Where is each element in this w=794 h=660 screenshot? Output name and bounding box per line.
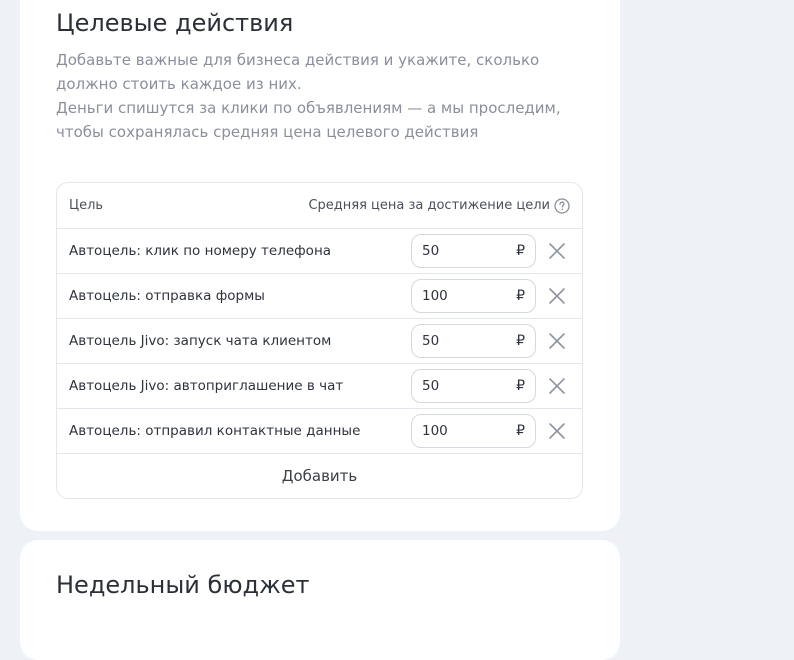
price-field: ₽ <box>411 234 536 268</box>
price-field: ₽ <box>411 324 536 358</box>
goal-row: Автоцель: отправка формы ₽ <box>57 274 582 319</box>
goal-name: Автоцель: отправка формы <box>69 288 265 304</box>
goal-name: Автоцель Jivo: запуск чата клиентом <box>69 333 332 349</box>
currency-symbol: ₽ <box>516 243 525 259</box>
goals-table-header: Цель Средняя цена за достижение цели <box>57 183 582 229</box>
goals-card: Целевые действия Добавьте важные для биз… <box>20 0 620 531</box>
currency-symbol: ₽ <box>516 333 525 349</box>
price-field: ₽ <box>411 369 536 403</box>
price-input[interactable] <box>422 423 517 439</box>
close-icon <box>549 243 565 259</box>
column-header-price-wrap: Средняя цена за достижение цели <box>308 197 570 214</box>
remove-goal-button[interactable] <box>544 238 570 264</box>
goals-description: Добавьте важные для бизнеса действия и у… <box>56 48 584 144</box>
budget-card: Недельный бюджет <box>20 540 620 660</box>
goals-section-title: Целевые действия <box>56 9 294 37</box>
goals-description-line-2: Деньги спишутся за клики по объявлениям … <box>56 99 561 141</box>
price-input[interactable] <box>422 243 517 259</box>
goal-row: Автоцель: отправил контактные данные ₽ <box>57 409 582 454</box>
goal-row: Автоцель Jivo: запуск чата клиентом ₽ <box>57 319 582 364</box>
goal-row: Автоцель: клик по номеру телефона ₽ <box>57 229 582 274</box>
price-input[interactable] <box>422 378 517 394</box>
remove-goal-button[interactable] <box>544 283 570 309</box>
price-field: ₽ <box>411 414 536 448</box>
add-goal-button[interactable]: Добавить <box>57 454 582 498</box>
budget-section-title: Недельный бюджет <box>56 571 310 599</box>
remove-goal-button[interactable] <box>544 418 570 444</box>
goals-table: Цель Средняя цена за достижение цели Авт… <box>56 182 583 499</box>
close-icon <box>549 423 565 439</box>
column-header-price: Средняя цена за достижение цели <box>308 198 550 213</box>
close-icon <box>549 333 565 349</box>
price-input[interactable] <box>422 333 517 349</box>
goals-description-line-1: Добавьте важные для бизнеса действия и у… <box>56 51 540 93</box>
goal-name: Автоцель: отправил контактные данные <box>69 423 361 439</box>
close-icon <box>549 378 565 394</box>
remove-goal-button[interactable] <box>544 373 570 399</box>
goal-name: Автоцель Jivo: автоприглашение в чат <box>69 378 344 394</box>
goal-row: Автоцель Jivo: автоприглашение в чат ₽ <box>57 364 582 409</box>
goal-rows: Автоцель: клик по номеру телефона₽Автоце… <box>57 229 582 454</box>
price-field: ₽ <box>411 279 536 313</box>
column-header-goal: Цель <box>69 198 104 213</box>
goal-name: Автоцель: клик по номеру телефона <box>69 243 332 259</box>
currency-symbol: ₽ <box>516 378 525 394</box>
remove-goal-button[interactable] <box>544 328 570 354</box>
price-input[interactable] <box>422 288 517 304</box>
close-icon <box>549 288 565 304</box>
currency-symbol: ₽ <box>516 423 525 439</box>
currency-symbol: ₽ <box>516 288 525 304</box>
question-circle-icon[interactable] <box>554 197 570 214</box>
